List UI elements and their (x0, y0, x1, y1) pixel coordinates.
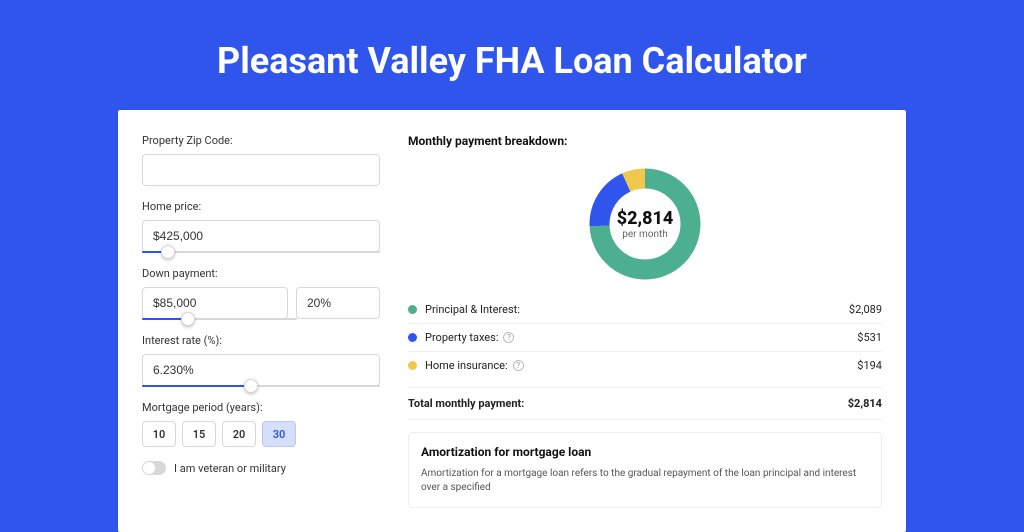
price-slider[interactable] (142, 251, 380, 253)
amort-body: Amortization for a mortgage loan refers … (421, 467, 869, 495)
zip-row: Property Zip Code: (142, 134, 380, 186)
line-amount: $194 (857, 359, 882, 372)
inputs-panel: Property Zip Code: Home price: Down paym… (142, 134, 380, 508)
period-option-30[interactable]: 30 (262, 421, 296, 447)
page-title: Pleasant Valley FHA Loan Calculator (0, 0, 1024, 110)
down-amount-input[interactable] (142, 287, 288, 319)
donut-wrap: $2,814 per month (408, 162, 882, 288)
price-input[interactable] (142, 220, 380, 252)
line-amount: $2,089 (849, 303, 882, 316)
rate-input[interactable] (142, 354, 380, 386)
color-dot (408, 305, 417, 314)
help-icon[interactable]: ? (503, 332, 514, 343)
breakdown-heading: Monthly payment breakdown: (408, 134, 882, 148)
breakdown-line-0: Principal & Interest: $2,089 (408, 296, 882, 323)
calculator-card: Property Zip Code: Home price: Down paym… (118, 110, 906, 532)
breakdown-panel: Monthly payment breakdown: $2,814 per mo… (408, 134, 882, 508)
veteran-toggle[interactable] (142, 461, 166, 475)
amort-heading: Amortization for mortgage loan (421, 445, 869, 459)
help-icon[interactable]: ? (513, 360, 524, 371)
total-amount: $2,814 (848, 397, 882, 410)
down-slider[interactable] (142, 318, 297, 320)
total-label: Total monthly payment: (408, 397, 524, 410)
donut-sub: per month (622, 229, 668, 240)
period-option-20[interactable]: 20 (222, 421, 256, 447)
veteran-label: I am veteran or military (174, 462, 286, 475)
down-label: Down payment: (142, 267, 380, 280)
line-label: Property taxes: (425, 331, 498, 344)
veteran-row: I am veteran or military (142, 461, 380, 475)
period-row: Mortgage period (years): 10152030 (142, 401, 380, 447)
period-option-15[interactable]: 15 (182, 421, 216, 447)
line-label: Home insurance: (425, 359, 508, 372)
price-row: Home price: (142, 200, 380, 253)
donut-chart: $2,814 per month (585, 164, 705, 284)
donut-amount: $2,814 (617, 208, 674, 229)
breakdown-lines: Principal & Interest: $2,089 Property taxe… (408, 296, 882, 379)
down-slider-thumb[interactable] (181, 312, 195, 326)
down-row: Down payment: (142, 267, 380, 320)
rate-row: Interest rate (%): (142, 334, 380, 387)
rate-slider-thumb[interactable] (244, 379, 258, 393)
rate-label: Interest rate (%): (142, 334, 380, 347)
line-amount: $531 (857, 331, 882, 344)
breakdown-line-1: Property taxes:? $531 (408, 323, 882, 351)
zip-label: Property Zip Code: (142, 134, 380, 147)
period-label: Mortgage period (years): (142, 401, 380, 414)
period-segmented: 10152030 (142, 421, 380, 447)
price-label: Home price: (142, 200, 380, 213)
price-slider-thumb[interactable] (161, 245, 175, 259)
breakdown-line-2: Home insurance:? $194 (408, 351, 882, 379)
rate-slider[interactable] (142, 385, 380, 387)
line-label: Principal & Interest: (425, 303, 520, 316)
total-line: Total monthly payment: $2,814 (408, 387, 882, 420)
down-pct-input[interactable] (296, 287, 380, 319)
color-dot (408, 361, 417, 370)
color-dot (408, 333, 417, 342)
amort-card: Amortization for mortgage loan Amortizat… (408, 432, 882, 508)
period-option-10[interactable]: 10 (142, 421, 176, 447)
zip-input[interactable] (142, 154, 380, 186)
